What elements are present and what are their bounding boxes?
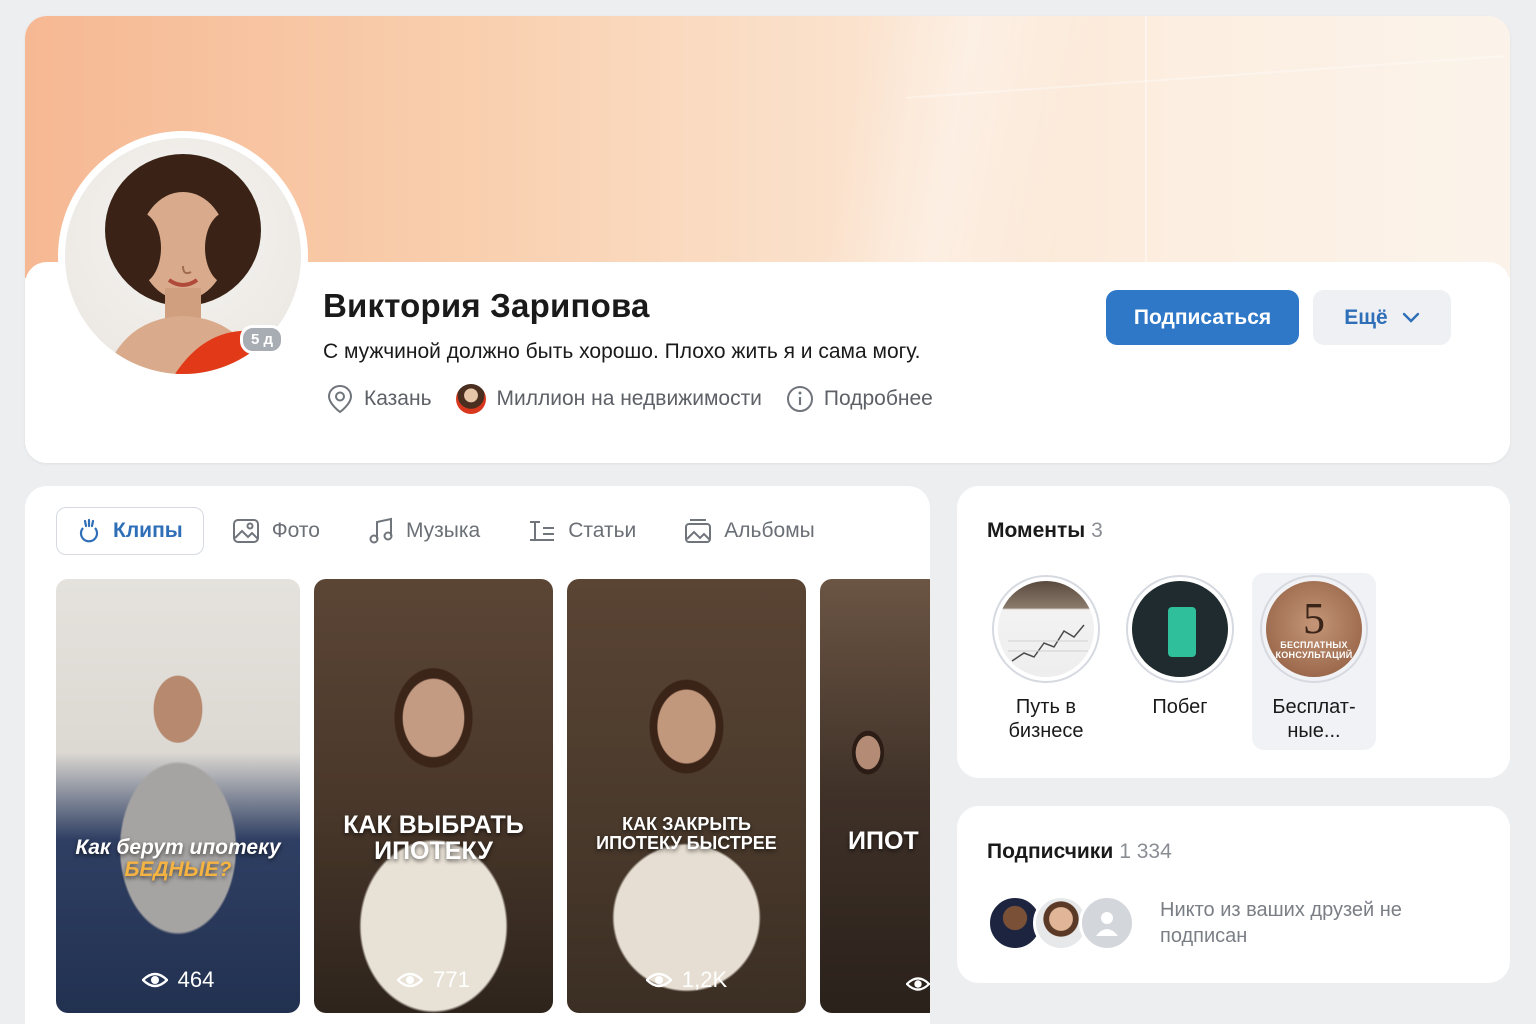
moments-title[interactable]: Моменты 3 — [987, 519, 1103, 543]
avatar — [1079, 895, 1135, 951]
tab-albums[interactable]: Альбомы — [664, 507, 834, 555]
tab-clips[interactable]: Клипы — [56, 507, 204, 555]
moment-item[interactable]: Побег — [1118, 573, 1242, 750]
photo-icon — [232, 519, 259, 543]
clip-views-count: 771 — [433, 967, 470, 992]
subscribers-card: Подписчики 1 334 Никто из ваших друзей не… — [957, 806, 1510, 983]
clip-caption-line: ИПОТ — [848, 827, 919, 855]
moment-cover — [1132, 581, 1228, 677]
clip-caption-line: Как берут ипотеку — [75, 836, 281, 859]
user-placeholder-icon — [1096, 912, 1118, 936]
clip-item[interactable]: ИПОТ — [820, 579, 930, 1013]
chevron-down-icon — [1402, 312, 1419, 323]
subscribers-title[interactable]: Подписчики 1 334 — [987, 840, 1172, 864]
profile-meta-row: Казань Миллион на недвижимости Подробнее — [326, 384, 957, 414]
subscribers-title-label: Подписчики — [987, 840, 1114, 863]
city-label: Казань — [364, 387, 432, 410]
clip-item[interactable]: КАК ВЫБРАТЬ ИПОТЕКУ 771 — [314, 579, 553, 1013]
subscribe-button[interactable]: Подписаться — [1106, 290, 1299, 345]
subscribers-note: Никто из ваших друзей не подписан — [1160, 899, 1402, 947]
media-card: Клипы Фото Музыка Статьи Альбомы Как бер… — [25, 486, 930, 1024]
details-link[interactable]: Подробнее — [786, 385, 933, 413]
clip-views: 771 — [314, 967, 553, 993]
album-icon — [685, 519, 712, 543]
clip-item[interactable]: КАК ЗАКРЫТЬ ИПОТЕКУ БЫСТРЕЕ 1,2K — [567, 579, 806, 1013]
moments-title-label: Моменты — [987, 519, 1086, 542]
music-icon — [369, 517, 393, 544]
clip-views: 1,2K — [567, 967, 806, 993]
moments-list: Путь в бизнесе Побег 5 БЕСПЛАТНЫХ КОНСУЛ… — [984, 573, 1386, 750]
clip-caption-line: ИПОТЕКУ БЫСТРЕЕ — [596, 832, 777, 853]
clip-caption: ИПОТ — [820, 827, 930, 855]
tab-photo[interactable]: Фото — [212, 507, 340, 555]
tab-label: Фото — [271, 519, 320, 542]
moment-cover — [998, 581, 1094, 677]
tab-label: Музыка — [405, 519, 481, 542]
clips-list: Как берут ипотеку БЕДНЫЕ? 464 КАК ВЫБРАТ… — [56, 579, 930, 1013]
info-icon — [786, 386, 813, 412]
subscriber-avatars[interactable] — [987, 895, 1135, 951]
tab-label: Статьи — [568, 519, 637, 542]
article-icon — [530, 521, 555, 541]
eye-icon — [906, 977, 930, 991]
more-button[interactable]: Ещё — [1313, 290, 1451, 345]
media-tabs: Клипы Фото Музыка Статьи Альбомы — [56, 507, 843, 555]
community-link[interactable]: Миллион на недвижимости — [455, 384, 762, 414]
eye-icon — [141, 972, 168, 988]
city-link[interactable]: Казань — [326, 384, 432, 414]
tab-music[interactable]: Музыка — [348, 507, 500, 555]
location-pin-icon — [327, 384, 353, 414]
clip-views-count: 1,2K — [681, 967, 728, 992]
clip-views: 464 — [56, 967, 300, 993]
moments-count: 3 — [1091, 519, 1103, 542]
clip-caption: Как берут ипотеку БЕДНЫЕ? — [56, 836, 300, 882]
avatar-story-badge[interactable]: 5 д — [240, 325, 285, 354]
clip-views — [820, 975, 930, 993]
moment-item[interactable]: Путь в бизнесе — [984, 573, 1108, 750]
clip-caption: КАК ВЫБРАТЬ ИПОТЕКУ — [314, 812, 553, 865]
details-label: Подробнее — [823, 387, 933, 410]
moment-label: Путь в бизнесе — [1008, 696, 1084, 742]
moment-label: Побег — [1152, 696, 1208, 718]
profile-name: Виктория Зарипова — [323, 287, 650, 324]
profile-status: С мужчиной должно быть хорошо. Плохо жит… — [323, 340, 921, 363]
clip-views-count: 464 — [177, 967, 215, 992]
moment-cover: 5 БЕСПЛАТНЫХ КОНСУЛЬТАЦИЙ — [1266, 581, 1362, 677]
moment-badge-number: 5 — [1303, 594, 1325, 644]
clip-caption-highlight: БЕДНЫЕ? — [124, 858, 232, 882]
more-label: Ещё — [1344, 305, 1388, 329]
clip-caption-line: КАК ЗАКРЫТЬ — [622, 814, 751, 834]
eye-icon — [645, 972, 672, 988]
clip-caption-line: КАК ВЫБРАТЬ — [343, 811, 524, 839]
subscribers-count: 1 334 — [1119, 840, 1172, 863]
eye-icon — [397, 972, 424, 988]
moment-badge-text: БЕСПЛАТНЫХ КОНСУЛЬТАЦИЙ — [1275, 640, 1353, 660]
clip-icon — [79, 518, 99, 543]
moment-label: Бесплат-ные... — [1272, 696, 1356, 742]
tab-articles[interactable]: Статьи — [508, 507, 656, 555]
clip-item[interactable]: Как берут ипотеку БЕДНЫЕ? 464 — [56, 579, 300, 1013]
clip-caption: КАК ЗАКРЫТЬ ИПОТЕКУ БЫСТРЕЕ — [567, 815, 806, 853]
community-label: Миллион на недвижимости — [496, 387, 762, 410]
community-avatar — [455, 384, 486, 414]
chart-thumbnail — [1008, 624, 1088, 662]
moment-item[interactable]: 5 БЕСПЛАТНЫХ КОНСУЛЬТАЦИЙ Бесплат-ные... — [1252, 573, 1376, 750]
tab-label: Альбомы — [724, 519, 815, 542]
clip-caption-line: ИПОТЕКУ — [374, 837, 493, 866]
tab-label: Клипы — [113, 519, 183, 542]
moments-card: Моменты 3 Путь в бизнесе Побег 5 БЕСПЛАТ… — [957, 486, 1510, 778]
